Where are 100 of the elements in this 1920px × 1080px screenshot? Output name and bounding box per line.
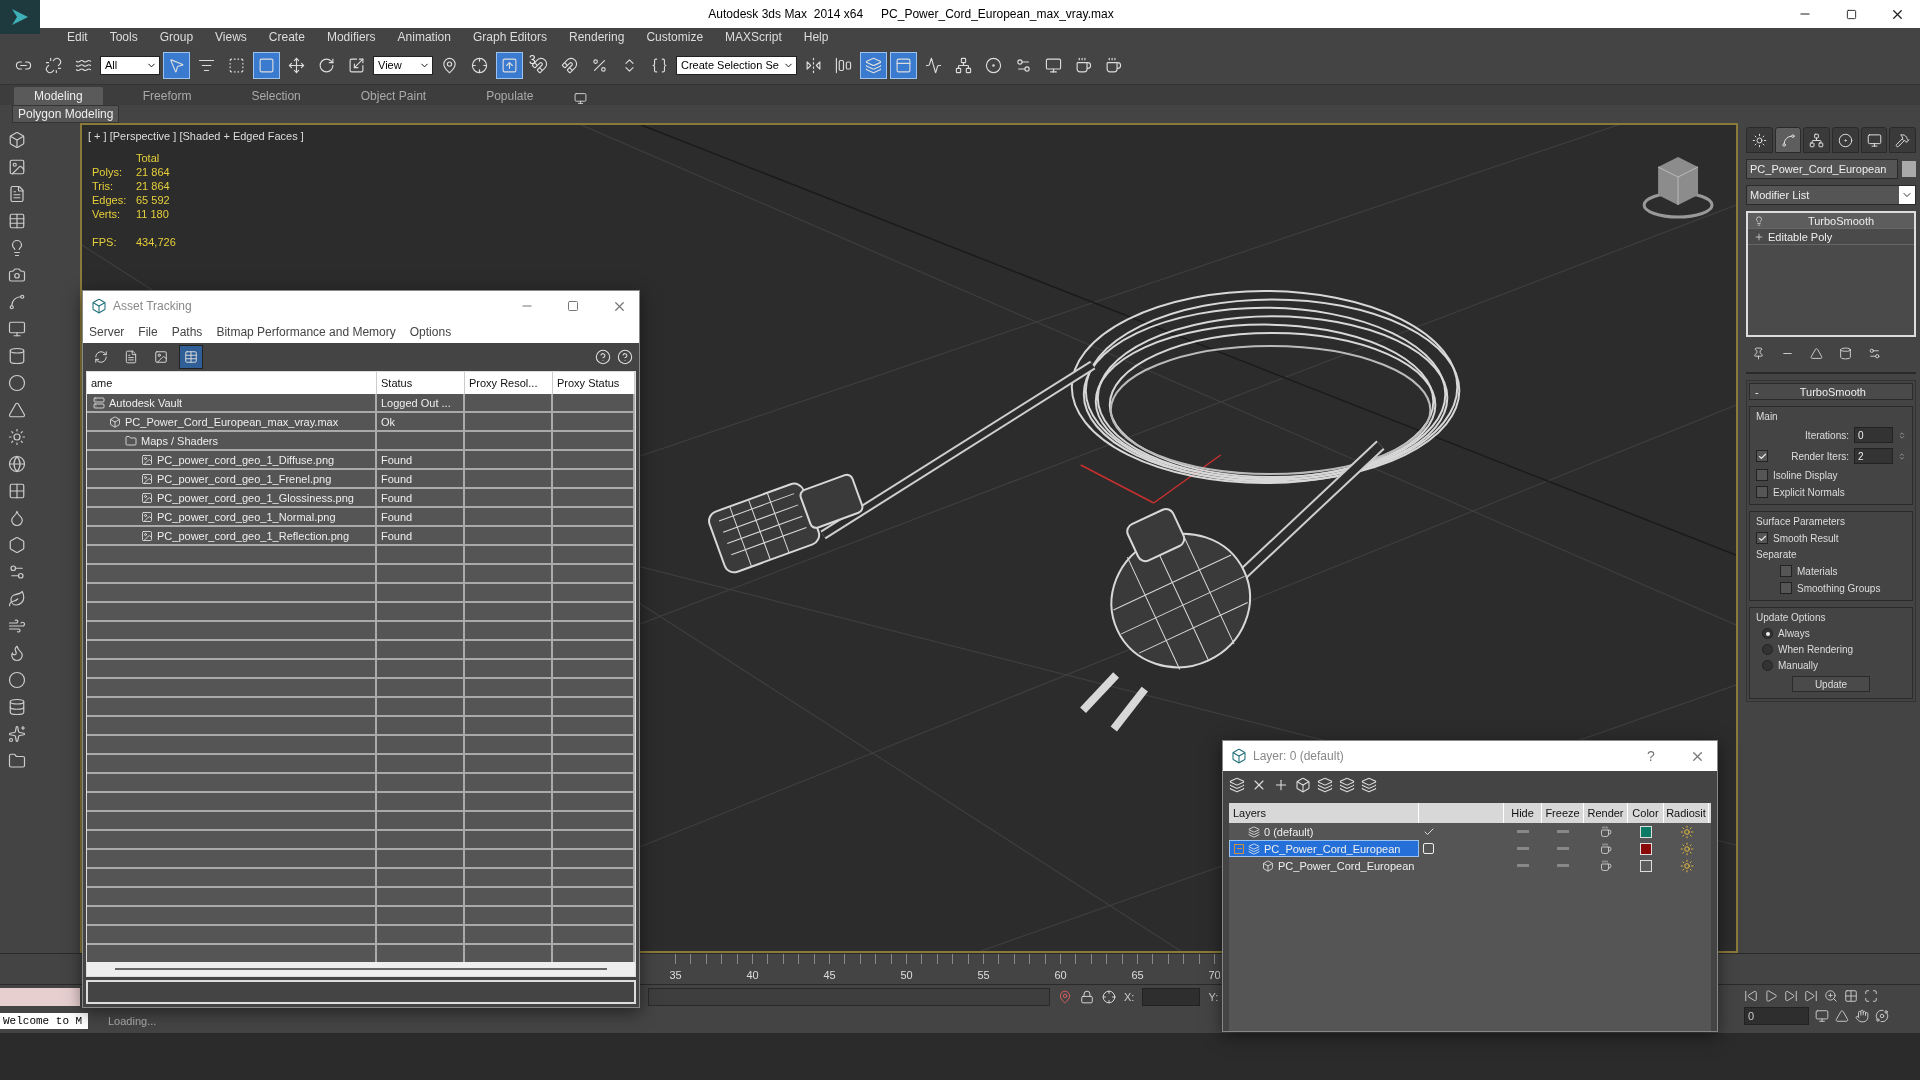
group-title: Surface Parameters: [1756, 516, 1846, 527]
toolbar-dropdown[interactable]: Create Selection Se: [676, 55, 797, 75]
column-header[interactable]: Render: [1584, 803, 1628, 823]
ribbon-tab[interactable]: Populate: [466, 87, 554, 105]
ribbon-tab[interactable]: Object Paint: [340, 87, 447, 105]
toolbar-button[interactable]: [859, 51, 887, 79]
menu-item[interactable]: Views: [204, 28, 258, 46]
column-header[interactable]: Layers: [1229, 803, 1419, 823]
column-header[interactable]: Freeze: [1542, 803, 1584, 823]
hide-toggle[interactable]: [1517, 847, 1529, 850]
checkbox-label: Isoline Display: [1773, 469, 1838, 481]
ribbon-tab[interactable]: Modeling: [14, 87, 103, 105]
listener-text[interactable]: Welcome to M: [0, 1013, 88, 1029]
radio-button[interactable]: [1762, 628, 1773, 639]
current-layer-box[interactable]: [1423, 843, 1434, 854]
menu-item[interactable]: Bitmap Performance and Memory: [216, 325, 396, 339]
panel-tab[interactable]: [1803, 127, 1830, 153]
menu-item[interactable]: Server: [89, 325, 125, 339]
checkbox[interactable]: [1756, 450, 1768, 462]
column-header[interactable]: Hide: [1504, 803, 1542, 823]
object-name-field[interactable]: PC_Power_Cord_European: [1746, 159, 1898, 179]
panel-tab[interactable]: [1889, 127, 1917, 153]
menu-item[interactable]: Rendering: [558, 28, 636, 46]
listener-field[interactable]: [0, 988, 80, 1006]
color-swatch[interactable]: [1640, 825, 1652, 838]
maximize-icon: [567, 300, 579, 312]
rollout-header[interactable]: - TurboSmooth: [1749, 383, 1913, 400]
toolbar-button[interactable]: 3: [526, 51, 553, 79]
freeze-toggle[interactable]: [1557, 847, 1569, 850]
toolbar-button[interactable]: [253, 51, 280, 79]
object-color-swatch[interactable]: [1902, 161, 1916, 177]
freeze-toggle[interactable]: [1557, 830, 1569, 833]
checkbox[interactable]: [1780, 582, 1792, 594]
color-swatch[interactable]: [1640, 842, 1652, 855]
monitor-icon: [8, 320, 26, 338]
hide-toggle[interactable]: [1517, 830, 1529, 833]
layer-row[interactable]: PC_Power_Cord_European: [1229, 857, 1419, 874]
monitor-icon: [1815, 1009, 1829, 1023]
update-button[interactable]: Update: [1792, 676, 1870, 692]
group-title: Update Options: [1756, 612, 1827, 623]
ribbon-tab[interactable]: Freeform: [122, 87, 212, 105]
toolbar-button[interactable]: [889, 51, 917, 79]
menu-item[interactable]: Options: [409, 325, 452, 339]
radio-button[interactable]: [1762, 644, 1773, 655]
panel-tab[interactable]: [1746, 127, 1773, 153]
radio-button[interactable]: [1762, 660, 1773, 671]
checkbox[interactable]: [1756, 469, 1768, 481]
panel-tab[interactable]: [1860, 127, 1888, 153]
menu-item[interactable]: Create: [257, 28, 316, 46]
horizontal-scrollbar[interactable]: [87, 962, 635, 976]
hide-toggle[interactable]: [1517, 864, 1529, 867]
color-swatch[interactable]: [1640, 859, 1652, 872]
menu-item[interactable]: Help: [792, 28, 840, 46]
toolbar-button[interactable]: [496, 51, 523, 79]
frame-number: 55: [976, 969, 991, 983]
table-cell: Found: [381, 453, 413, 466]
x-field[interactable]: [1142, 988, 1201, 1006]
checkbox[interactable]: [1756, 486, 1768, 498]
menu-item[interactable]: Animation: [386, 28, 462, 46]
menu-item[interactable]: File: [138, 325, 158, 339]
curve-icon: [1780, 132, 1796, 148]
menu-item[interactable]: Graph Editors: [461, 28, 558, 46]
orbit-icon: [1875, 1009, 1889, 1023]
menu-item[interactable]: Paths: [171, 325, 203, 339]
layer-row[interactable]: 0 (default): [1229, 823, 1419, 840]
settings-icon: [1014, 56, 1032, 74]
toolbar-dropdown[interactable]: View: [373, 55, 433, 75]
toolbar-button[interactable]: [163, 51, 190, 79]
view-button[interactable]: [179, 345, 203, 369]
panel-tab[interactable]: [1774, 127, 1802, 153]
number-field[interactable]: 2: [1854, 448, 1893, 464]
checkbox[interactable]: [1756, 532, 1768, 544]
coordinate-label: Y:: [1208, 991, 1219, 1003]
help-button[interactable]: ?: [1631, 748, 1671, 764]
menu-item[interactable]: Tools: [98, 28, 149, 46]
radio-label: Always: [1778, 628, 1810, 639]
menu-item[interactable]: Edit: [56, 28, 99, 46]
menu-item[interactable]: Modifiers: [315, 28, 387, 46]
menu-item[interactable]: MAXScript: [714, 28, 793, 46]
menu-item[interactable]: Customize: [635, 28, 715, 46]
panel-tab[interactable]: [1832, 127, 1859, 153]
column-header[interactable]: Radiosit: [1664, 803, 1709, 823]
viewport-label[interactable]: [ + ] [Perspective ] [Shaded + Edged Faces ]: [82, 125, 1736, 142]
modifier-list-dropdown[interactable]: Modifier List: [1746, 185, 1916, 205]
number-field[interactable]: 0: [1854, 427, 1893, 443]
magnet-icon: [531, 56, 548, 74]
layer-row[interactable]: PC_Power_Cord_European: [1229, 840, 1419, 857]
ribbon-tab[interactable]: Selection: [231, 87, 321, 105]
checkbox[interactable]: [1780, 565, 1792, 577]
app-logo-icon[interactable]: [0, 0, 40, 34]
stack-item[interactable]: Editable Poly: [1748, 229, 1914, 245]
path-field[interactable]: [86, 980, 636, 1004]
ribbon-panel-label[interactable]: Polygon Modeling: [12, 105, 120, 123]
field-label: Render Iters:: [1791, 450, 1849, 462]
toolbar-dropdown[interactable]: All: [100, 55, 160, 75]
menu-item[interactable]: Group: [148, 28, 205, 46]
frame-field[interactable]: 0: [1744, 1007, 1809, 1025]
stack-item[interactable]: TurboSmooth: [1748, 213, 1914, 229]
freeze-toggle[interactable]: [1557, 864, 1569, 867]
column-header[interactable]: Color: [1628, 803, 1664, 823]
